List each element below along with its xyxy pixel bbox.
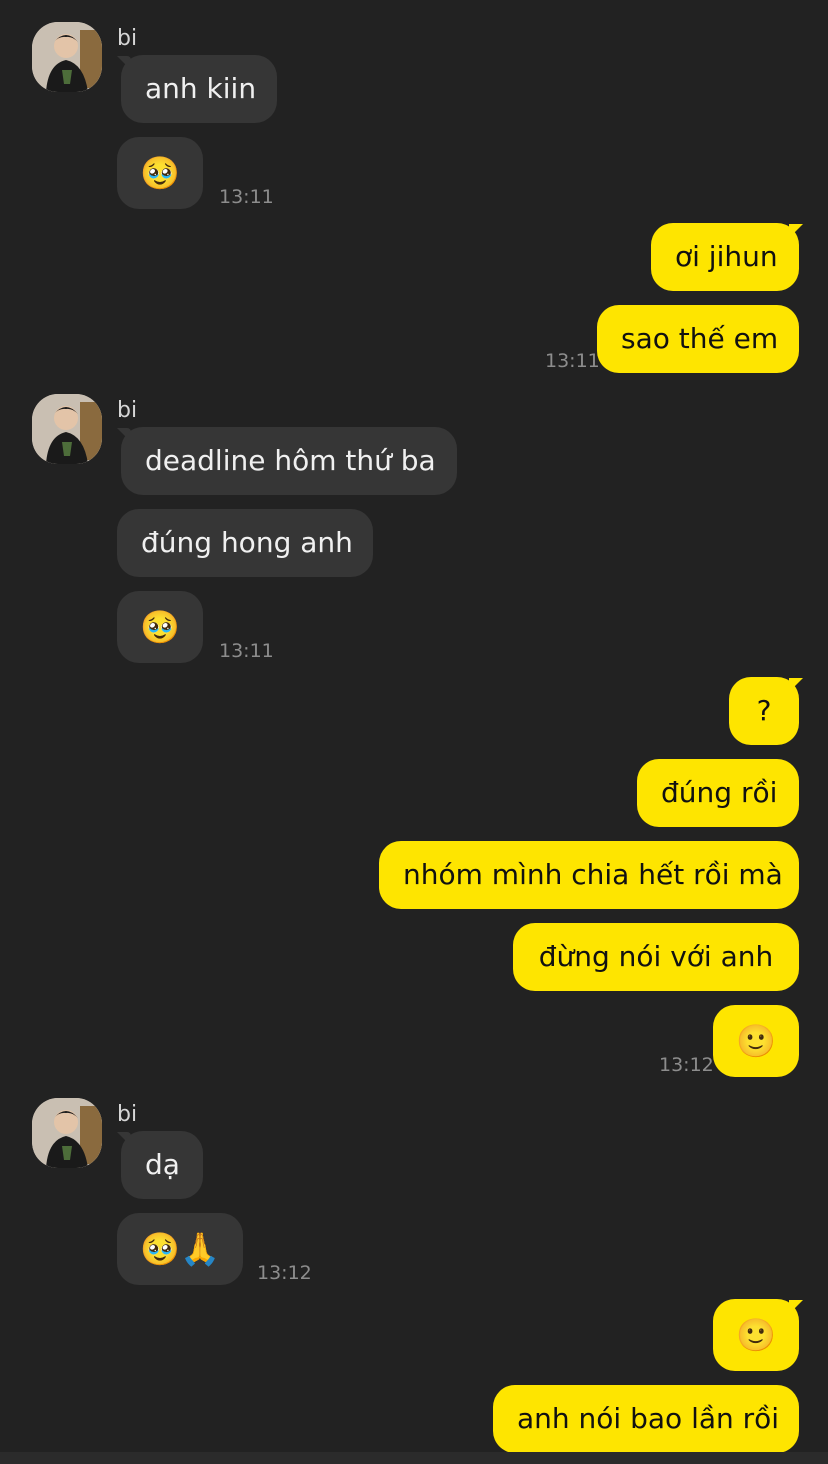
sender-name: bi <box>117 26 138 51</box>
message-bubble[interactable]: anh nói bao lần rồi <box>493 1385 799 1453</box>
message-bubble[interactable]: đừng nói với anh <box>513 923 799 991</box>
message-bubble[interactable]: nhóm mình chia hết rồi mà <box>379 841 799 909</box>
message-time: 13:11 <box>219 186 274 208</box>
message-bubble[interactable]: đúng rồi <box>637 759 799 827</box>
sender-name: bi <box>117 1102 138 1127</box>
avatar[interactable] <box>32 394 102 464</box>
emoji-message-bubble[interactable]: 🙂 <box>713 1299 799 1371</box>
avatar[interactable] <box>32 22 102 92</box>
message-bubble[interactable]: dạ <box>121 1131 203 1199</box>
emoji-message-bubble[interactable]: 🙂 <box>713 1005 799 1077</box>
message-bubble[interactable]: đúng hong anh <box>117 509 373 577</box>
composer-edge <box>0 1452 828 1464</box>
message-bubble[interactable]: sao thế em <box>597 305 799 373</box>
sender-name: bi <box>117 398 138 423</box>
message-bubble[interactable]: ơi jihun <box>651 223 799 291</box>
message-time: 13:12 <box>257 1262 312 1284</box>
message-time: 13:12 <box>659 1054 714 1076</box>
message-bubble[interactable]: deadline hôm thứ ba <box>121 427 457 495</box>
avatar[interactable] <box>32 1098 102 1168</box>
emoji-message-bubble[interactable]: 🥹 <box>117 591 203 663</box>
message-time: 13:11 <box>219 640 274 662</box>
message-bubble[interactable]: ? <box>729 677 799 745</box>
message-bubble[interactable]: anh kiin <box>121 55 277 123</box>
chat-thread: bi anh kiin 🥹 13:11 ơi jihun sao thế em … <box>0 0 828 1464</box>
message-time: 13:11 <box>545 350 600 372</box>
emoji-message-bubble[interactable]: 🥹🙏 <box>117 1213 243 1285</box>
emoji-message-bubble[interactable]: 🥹 <box>117 137 203 209</box>
